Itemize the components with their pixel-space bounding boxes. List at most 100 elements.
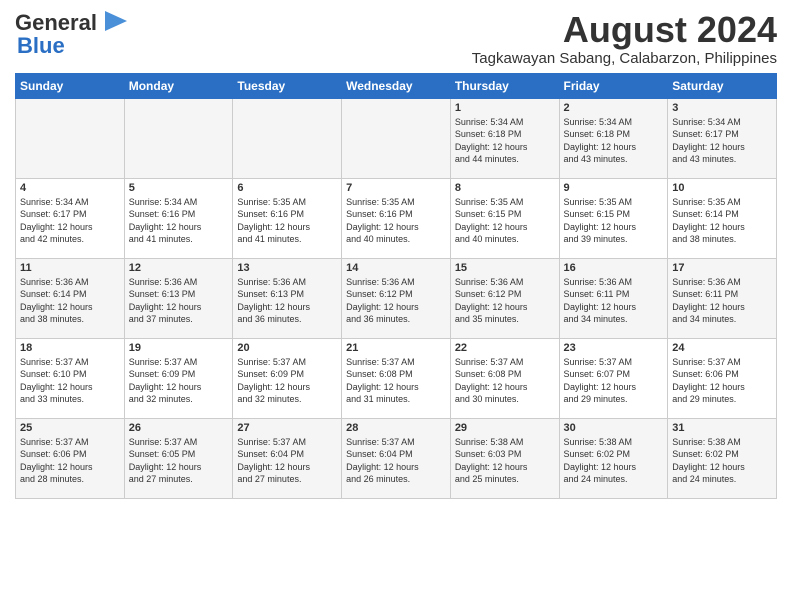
day-number: 14 [346,262,446,274]
calendar-cell [342,98,451,178]
day-info: Sunrise: 5:38 AM Sunset: 6:03 PM Dayligh… [455,436,555,486]
day-info: Sunrise: 5:37 AM Sunset: 6:07 PM Dayligh… [564,356,664,406]
day-info: Sunrise: 5:37 AM Sunset: 6:08 PM Dayligh… [455,356,555,406]
day-number: 2 [564,102,664,114]
calendar-cell: 26 Sunrise: 5:37 AM Sunset: 6:05 PM Dayli… [124,418,233,498]
day-info: Sunrise: 5:35 AM Sunset: 6:15 PM Dayligh… [564,196,664,246]
calendar-cell: 31 Sunrise: 5:38 AM Sunset: 6:02 PM Dayli… [668,418,777,498]
calendar-cell [124,98,233,178]
calendar-cell: 11 Sunrise: 5:36 AM Sunset: 6:14 PM Dayli… [16,258,125,338]
calendar-cell: 4 Sunrise: 5:34 AM Sunset: 6:17 PM Daylig… [16,178,125,258]
day-number: 18 [20,342,120,354]
day-info: Sunrise: 5:34 AM Sunset: 6:18 PM Dayligh… [564,116,664,166]
calendar-cell: 7 Sunrise: 5:35 AM Sunset: 6:16 PM Daylig… [342,178,451,258]
day-number: 30 [564,422,664,434]
calendar-cell: 6 Sunrise: 5:35 AM Sunset: 6:16 PM Daylig… [233,178,342,258]
week-row-1: 1 Sunrise: 5:34 AM Sunset: 6:18 PM Daylig… [16,98,777,178]
day-number: 19 [129,342,229,354]
day-info: Sunrise: 5:38 AM Sunset: 6:02 PM Dayligh… [672,436,772,486]
day-number: 20 [237,342,337,354]
day-number: 8 [455,182,555,194]
day-info: Sunrise: 5:36 AM Sunset: 6:13 PM Dayligh… [129,276,229,326]
day-info: Sunrise: 5:36 AM Sunset: 6:12 PM Dayligh… [455,276,555,326]
calendar-cell: 5 Sunrise: 5:34 AM Sunset: 6:16 PM Daylig… [124,178,233,258]
day-number: 9 [564,182,664,194]
day-number: 25 [20,422,120,434]
week-row-3: 11 Sunrise: 5:36 AM Sunset: 6:14 PM Dayli… [16,258,777,338]
day-number: 23 [564,342,664,354]
calendar-cell: 12 Sunrise: 5:36 AM Sunset: 6:13 PM Dayli… [124,258,233,338]
day-info: Sunrise: 5:34 AM Sunset: 6:16 PM Dayligh… [129,196,229,246]
page-header: General Blue August 2024 Tagkawayan Saba… [15,10,777,67]
location: Tagkawayan Sabang, Calabarzon, Philippin… [472,50,777,67]
calendar-cell: 15Sunrise: 5:36 AM Sunset: 6:12 PM Dayli… [450,258,559,338]
day-info: Sunrise: 5:37 AM Sunset: 6:10 PM Dayligh… [20,356,120,406]
weekday-header-tuesday: Tuesday [233,73,342,98]
day-info: Sunrise: 5:37 AM Sunset: 6:04 PM Dayligh… [346,436,446,486]
title-block: August 2024 Tagkawayan Sabang, Calabarzo… [472,10,777,67]
calendar-cell [16,98,125,178]
day-number: 13 [237,262,337,274]
calendar-cell: 27 Sunrise: 5:37 AM Sunset: 6:04 PM Dayli… [233,418,342,498]
calendar-cell: 24 Sunrise: 5:37 AM Sunset: 6:06 PM Dayli… [668,338,777,418]
calendar-cell [233,98,342,178]
calendar-cell: 23 Sunrise: 5:37 AM Sunset: 6:07 PM Dayli… [559,338,668,418]
calendar-cell: 2 Sunrise: 5:34 AM Sunset: 6:18 PM Daylig… [559,98,668,178]
day-number: 7 [346,182,446,194]
day-info: Sunrise: 5:37 AM Sunset: 6:09 PM Dayligh… [237,356,337,406]
day-info: Sunrise: 5:34 AM Sunset: 6:18 PM Dayligh… [455,116,555,166]
calendar-cell: 16Sunrise: 5:36 AM Sunset: 6:11 PM Dayli… [559,258,668,338]
day-number: 11 [20,262,120,274]
day-number: 27 [237,422,337,434]
day-info: Sunrise: 5:37 AM Sunset: 6:04 PM Dayligh… [237,436,337,486]
day-number: 21 [346,342,446,354]
day-info: Sunrise: 5:35 AM Sunset: 6:15 PM Dayligh… [455,196,555,246]
day-info: Sunrise: 5:37 AM Sunset: 6:06 PM Dayligh… [672,356,772,406]
calendar-cell: 3 Sunrise: 5:34 AM Sunset: 6:17 PM Daylig… [668,98,777,178]
calendar-cell: 17 Sunrise: 5:36 AM Sunset: 6:11 PM Dayli… [668,258,777,338]
day-info: Sunrise: 5:36 AM Sunset: 6:14 PM Dayligh… [20,276,120,326]
calendar-cell: 8 Sunrise: 5:35 AM Sunset: 6:15 PM Daylig… [450,178,559,258]
day-number: 3 [672,102,772,114]
day-number: 26 [129,422,229,434]
logo: General Blue [15,10,127,59]
weekday-header-sunday: Sunday [16,73,125,98]
day-number: 1 [455,102,555,114]
calendar-cell: 10Sunrise: 5:35 AM Sunset: 6:14 PM Dayli… [668,178,777,258]
day-info: Sunrise: 5:37 AM Sunset: 6:06 PM Dayligh… [20,436,120,486]
day-info: Sunrise: 5:37 AM Sunset: 6:09 PM Dayligh… [129,356,229,406]
calendar-cell: 21 Sunrise: 5:37 AM Sunset: 6:08 PM Dayli… [342,338,451,418]
day-number: 5 [129,182,229,194]
weekday-header-monday: Monday [124,73,233,98]
day-info: Sunrise: 5:37 AM Sunset: 6:08 PM Dayligh… [346,356,446,406]
day-number: 6 [237,182,337,194]
day-number: 17 [672,262,772,274]
day-number: 28 [346,422,446,434]
day-info: Sunrise: 5:35 AM Sunset: 6:16 PM Dayligh… [346,196,446,246]
week-row-2: 4 Sunrise: 5:34 AM Sunset: 6:17 PM Daylig… [16,178,777,258]
day-info: Sunrise: 5:36 AM Sunset: 6:11 PM Dayligh… [564,276,664,326]
day-number: 24 [672,342,772,354]
day-info: Sunrise: 5:34 AM Sunset: 6:17 PM Dayligh… [672,116,772,166]
day-number: 4 [20,182,120,194]
calendar-cell: 1 Sunrise: 5:34 AM Sunset: 6:18 PM Daylig… [450,98,559,178]
weekday-header-row: SundayMondayTuesdayWednesdayThursdayFrid… [16,73,777,98]
day-number: 31 [672,422,772,434]
calendar-cell: 14Sunrise: 5:36 AM Sunset: 6:12 PM Dayli… [342,258,451,338]
day-info: Sunrise: 5:36 AM Sunset: 6:11 PM Dayligh… [672,276,772,326]
day-number: 10 [672,182,772,194]
calendar-table: SundayMondayTuesdayWednesdayThursdayFrid… [15,73,777,499]
calendar-cell: 29Sunrise: 5:38 AM Sunset: 6:03 PM Dayli… [450,418,559,498]
day-info: Sunrise: 5:37 AM Sunset: 6:05 PM Dayligh… [129,436,229,486]
calendar-cell: 13 Sunrise: 5:36 AM Sunset: 6:13 PM Dayli… [233,258,342,338]
weekday-header-saturday: Saturday [668,73,777,98]
calendar-cell: 30Sunrise: 5:38 AM Sunset: 6:02 PM Dayli… [559,418,668,498]
calendar-cell: 22Sunrise: 5:37 AM Sunset: 6:08 PM Dayli… [450,338,559,418]
calendar-cell: 9 Sunrise: 5:35 AM Sunset: 6:15 PM Daylig… [559,178,668,258]
day-number: 12 [129,262,229,274]
day-info: Sunrise: 5:34 AM Sunset: 6:17 PM Dayligh… [20,196,120,246]
calendar-cell: 28 Sunrise: 5:37 AM Sunset: 6:04 PM Dayli… [342,418,451,498]
day-info: Sunrise: 5:35 AM Sunset: 6:16 PM Dayligh… [237,196,337,246]
day-info: Sunrise: 5:36 AM Sunset: 6:13 PM Dayligh… [237,276,337,326]
calendar-cell: 25 Sunrise: 5:37 AM Sunset: 6:06 PM Dayli… [16,418,125,498]
